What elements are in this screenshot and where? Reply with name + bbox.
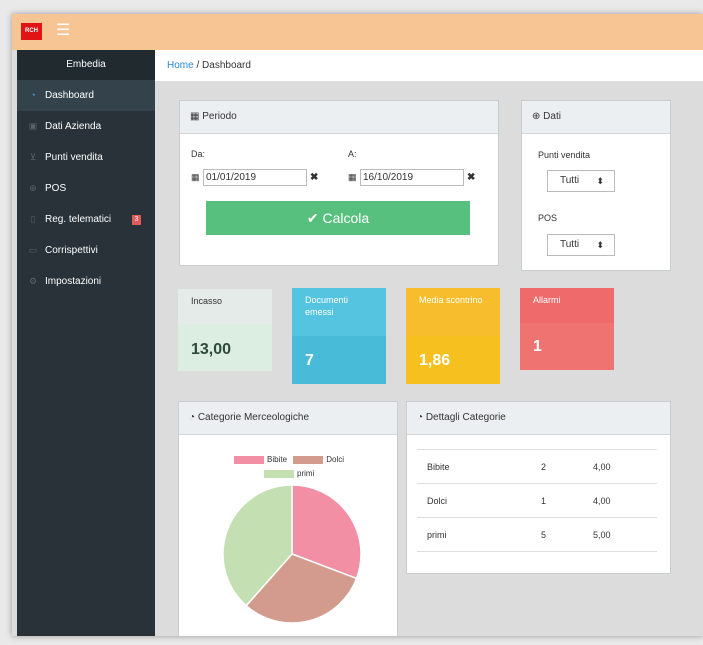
sidebar-item-pos[interactable]: ⊕ POS: [17, 173, 155, 204]
top-bar: RCH ☰: [12, 14, 703, 50]
pos-select[interactable]: Tutti ⬍: [547, 234, 615, 256]
table-row: Dolci 1 4,00: [417, 483, 657, 518]
category-name: Bibite: [417, 449, 540, 484]
globe-icon: ⊕: [532, 111, 541, 122]
sidebar-item-dashboard[interactable]: ◔ Dashboard: [17, 80, 155, 111]
sidebar-item-label: Dashboard: [45, 90, 94, 101]
table-row: Bibite 2 4,00: [417, 449, 657, 484]
dati-title: Dati: [543, 111, 561, 122]
dati-panel: ⊕ Dati Punti vendita Tutti ⬍ POS Tutti ⬍: [521, 100, 671, 271]
category-qty: 1: [540, 483, 592, 518]
sidebar: Embedia ◔ Dashboard ▣ Dati Azienda ⊻ Pun…: [17, 50, 155, 636]
gear-icon: ⚙: [28, 276, 38, 286]
stat-value: 1: [520, 323, 614, 370]
app-window: RCH ☰ Embedia ◔ Dashboard ▣ Dati Azienda…: [12, 14, 703, 636]
sidebar-brand: Embedia: [17, 50, 155, 80]
sidebar-item-label: Dati Azienda: [45, 121, 102, 132]
dettagli-table: Bibite 2 4,00 Dolci 1 4,00 primi 5 5,00: [417, 449, 657, 552]
periodo-header: ▦ Periodo: [180, 101, 498, 134]
category-amount: 5,00: [592, 517, 657, 552]
calcola-label: Calcola: [322, 210, 370, 226]
clear-from-icon[interactable]: ✖: [310, 172, 318, 183]
stat-value: 13,00: [178, 324, 272, 371]
chart-legend: Bibite Dolci: [234, 455, 344, 464]
cart-icon: ⊻: [29, 152, 37, 162]
breadcrumb: Home / Dashboard: [155, 50, 703, 81]
category-qty: 2: [540, 449, 592, 484]
to-label: A:: [348, 149, 357, 159]
stat-label: Allarmi: [520, 288, 614, 323]
tablet-icon: ▯: [30, 214, 36, 224]
sidebar-item-impostazioni[interactable]: ⚙ Impostazioni: [17, 266, 155, 297]
calcola-button[interactable]: ✔ Calcola: [206, 201, 470, 235]
pos-value: Tutti: [560, 239, 580, 250]
dashboard-icon: ◔: [30, 90, 36, 100]
folder-icon: ▭: [28, 245, 38, 255]
sidebar-item-label: Punti vendita: [45, 152, 103, 163]
calendar-icon: ▦: [191, 172, 200, 182]
punti-vendita-value: Tutti: [560, 175, 580, 186]
stat-media: Media scontrino 1,86: [406, 288, 500, 384]
punti-vendita-select[interactable]: Tutti ⬍: [547, 170, 615, 192]
legend-item[interactable]: primi: [264, 469, 314, 478]
sidebar-item-label: Corrispettivi: [45, 245, 98, 256]
from-label: Da:: [191, 149, 206, 159]
select-arrow-icon: ⬍: [596, 176, 604, 186]
chart-legend: primi: [264, 469, 314, 478]
briefcase-icon: ▣: [28, 121, 38, 131]
calendar-icon: ▦: [348, 172, 357, 182]
date-from-input[interactable]: 01/01/2019: [203, 169, 307, 186]
check-icon: ✔: [306, 210, 319, 226]
dettagli-title: Dettagli Categorie: [425, 412, 506, 423]
stat-label: Documenti emessi: [292, 288, 386, 336]
categorie-panel: ◔ Categorie Merceologiche Bibite Dolci p…: [178, 401, 398, 636]
table-row: primi 5 5,00: [417, 517, 657, 552]
sidebar-item-label: POS: [45, 183, 67, 194]
chart-icon: ◔: [417, 412, 424, 423]
stat-value: 7: [292, 336, 386, 384]
clear-to-icon[interactable]: ✖: [467, 172, 475, 183]
category-amount: 4,00: [592, 483, 657, 518]
punti-vendita-label: Punti vendita: [538, 150, 591, 160]
sidebar-item-label: Impostazioni: [45, 276, 102, 287]
stat-documenti: Documenti emessi 7: [292, 288, 386, 384]
rch-logo: RCH: [21, 23, 42, 40]
stat-label: Incasso: [178, 289, 272, 324]
breadcrumb-separator: /: [196, 60, 200, 71]
category-name: primi: [417, 517, 540, 552]
category-name: Dolci: [417, 483, 540, 518]
select-arrow-icon: ⬍: [596, 240, 604, 250]
breadcrumb-home-link[interactable]: Home: [167, 60, 194, 71]
stat-value: 1,86: [406, 336, 500, 384]
stat-label: Media scontrino: [406, 288, 500, 336]
globe-icon: ⊕: [29, 183, 37, 193]
breadcrumb-current: Dashboard: [202, 60, 251, 71]
chart-icon: ◔: [189, 412, 196, 423]
periodo-panel: ▦ Periodo Da: ▦ 01/01/2019 ✖ A: ▦ 16/10/…: [179, 100, 499, 266]
date-to-input[interactable]: 16/10/2019: [360, 169, 464, 186]
stat-incasso: Incasso 13,00: [178, 289, 272, 371]
sidebar-item-corrispettivi[interactable]: ▭ Corrispettivi: [17, 235, 155, 266]
sidebar-item-dati-azienda[interactable]: ▣ Dati Azienda: [17, 111, 155, 142]
notification-badge: 3: [132, 215, 141, 225]
sidebar-item-label: Reg. telematici: [45, 214, 112, 225]
pie-chart: [222, 484, 362, 624]
stat-allarmi: Allarmi 1: [520, 288, 614, 370]
pos-label: POS: [538, 213, 558, 223]
periodo-title: Periodo: [202, 111, 237, 122]
category-qty: 5: [540, 517, 592, 552]
category-amount: 4,00: [592, 449, 657, 484]
hamburger-icon[interactable]: ☰: [56, 22, 70, 40]
legend-item[interactable]: Dolci: [293, 455, 344, 464]
dettagli-header: ◔ Dettagli Categorie: [407, 402, 670, 435]
sidebar-item-reg-telematici[interactable]: ▯ Reg. telematici 3: [17, 204, 155, 235]
legend-item[interactable]: Bibite: [234, 455, 287, 464]
sidebar-item-punti-vendita[interactable]: ⊻ Punti vendita: [17, 142, 155, 173]
dati-header: ⊕ Dati: [522, 101, 670, 134]
dettagli-panel: ◔ Dettagli Categorie Bibite 2 4,00 Dolci…: [406, 401, 671, 574]
calendar-icon: ▦: [190, 111, 200, 122]
categorie-title: Categorie Merceologiche: [197, 412, 309, 423]
categorie-header: ◔ Categorie Merceologiche: [179, 402, 397, 435]
